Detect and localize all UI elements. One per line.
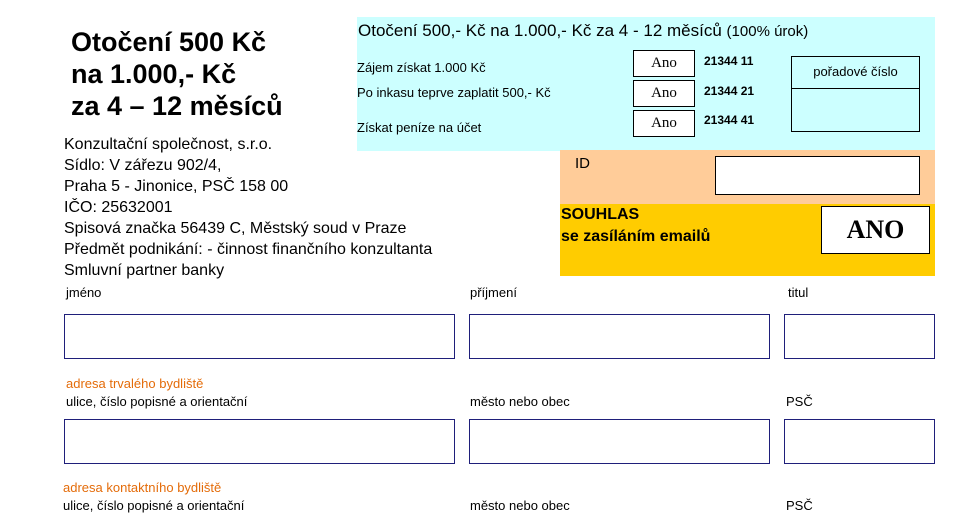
company-ico: IČO: 25632001 [64, 199, 173, 216]
consent-value[interactable]: ANO [821, 206, 930, 254]
title-input[interactable] [784, 314, 935, 359]
serial-number-box[interactable]: pořadové číslo [791, 56, 920, 132]
city-input[interactable] [469, 419, 770, 464]
consent-line-2: se zasíláním emailů [561, 228, 711, 245]
permanent-address-heading: adresa trvalého bydliště [66, 376, 204, 391]
offer-heading-note: (100% úrok) [726, 23, 809, 40]
option-code-3: 21344 41 [704, 113, 755, 127]
company-address-2: Praha 5 - Jinonice, PSČ 158 00 [64, 178, 289, 195]
zip-label: PSČ [786, 394, 813, 409]
surname-input[interactable] [469, 314, 770, 359]
title-line-1: Otočení 500 Kč [71, 27, 267, 57]
option-label-1: Zájem získat 1.000 Kč [357, 60, 486, 75]
offer-heading-text: Otočení 500,- Kč na 1.000,- Kč za 4 - 12… [358, 21, 722, 40]
consent-text: SOUHLAS se zasíláním emailů [561, 204, 710, 248]
contact-address-heading: adresa kontaktního bydliště [63, 480, 222, 495]
street-input[interactable] [64, 419, 455, 464]
title-line-2: na 1.000,- Kč [71, 59, 237, 89]
title-label: titul [788, 285, 809, 300]
name-label: jméno [66, 285, 102, 300]
consent-line-1: SOUHLAS [561, 206, 640, 223]
zip-input[interactable] [784, 419, 935, 464]
option-value-3[interactable]: Ano [633, 110, 695, 137]
option-value-2[interactable]: Ano [633, 80, 695, 107]
page-title: Otočení 500 Kč na 1.000,- Kč za 4 – 12 m… [71, 26, 283, 122]
company-info: Konzultační společnost, s.r.o. Sídlo: V … [64, 134, 432, 281]
option-code-1: 21344 11 [704, 54, 754, 68]
company-registration: Spisová značka 56439 C, Městský soud v P… [64, 220, 407, 237]
title-line-3: za 4 – 12 měsíců [71, 91, 283, 121]
option-label-3: Získat peníze na účet [357, 120, 482, 135]
id-input[interactable] [715, 156, 920, 195]
surname-label: příjmení [470, 285, 517, 300]
street-label: ulice, číslo popisné a orientační [66, 394, 248, 409]
serial-number-label: pořadové číslo [792, 57, 919, 89]
city-label: město nebo obec [470, 394, 570, 409]
option-code-2: 21344 21 [704, 84, 755, 98]
name-input[interactable] [64, 314, 455, 359]
company-address-1: Sídlo: V zářezu 902/4, [64, 157, 222, 174]
offer-heading: Otočení 500,- Kč na 1.000,- Kč za 4 - 12… [358, 21, 808, 41]
option-label-2: Po inkasu teprve zaplatit 500,- Kč [357, 85, 551, 100]
id-label: ID [575, 155, 590, 172]
option-value-1[interactable]: Ano [633, 50, 695, 77]
company-partner: Smluvní partner banky [64, 262, 225, 279]
company-business: Předmět podnikání: - činnost finančního … [64, 241, 433, 258]
